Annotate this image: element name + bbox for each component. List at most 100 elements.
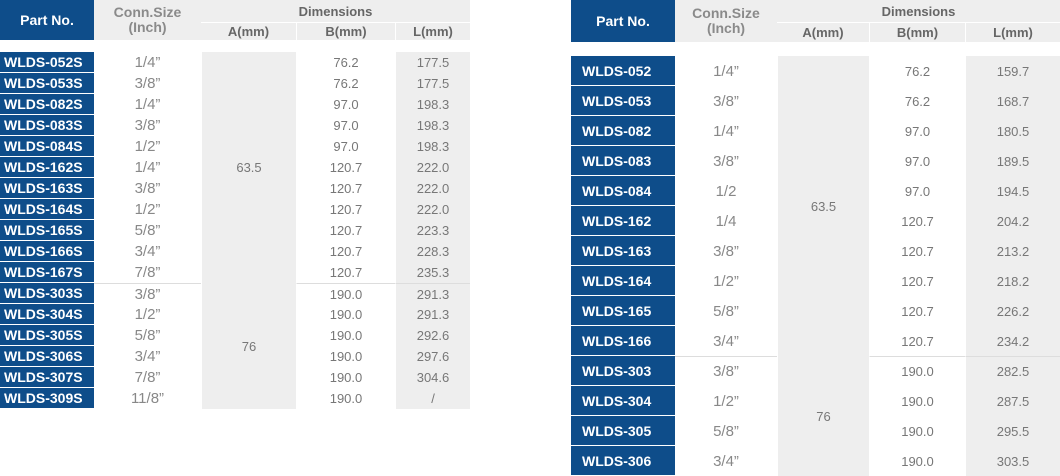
dimension-b-cell: 97.0 [869,116,965,146]
part-number-cell: WLDS-082S [0,94,94,115]
dimension-b-cell: 190.0 [869,446,965,476]
dimension-l-cell: 222.0 [395,157,470,178]
dimension-b-cell: 76.2 [296,52,395,73]
dimension-l-cell: 222.0 [395,199,470,220]
dimension-l-cell: 180.5 [965,116,1060,146]
conn-size-cell: 1/4 [675,206,777,236]
dimension-a-cell: 63.5 [777,56,869,356]
dimension-l-cell: 291.3 [395,304,470,325]
conn-size-cell: 3/8” [675,356,777,386]
dimension-b-cell: 97.0 [296,94,395,115]
table-row: WLDS-303 3/8” 76 190.0 282.5 [571,356,1060,476]
part-number-cell: WLDS-305 [571,416,675,446]
conn-size-cell: 1/2” [94,304,201,325]
part-number-cell: WLDS-304S [0,304,94,325]
conn-size-cell: 3/8” [94,283,201,304]
part-number-cell: WLDS-053S [0,73,94,94]
dimension-b-cell: 120.7 [296,199,395,220]
dimension-l-cell: 177.5 [395,73,470,94]
dimension-b-cell: 120.7 [869,326,965,356]
dimension-l-cell: 159.7 [965,56,1060,86]
header-dimensions: Dimensions [201,0,470,23]
dimension-l-cell: 198.3 [395,136,470,157]
header-conn-size-label: Conn.Size [692,5,760,21]
dimension-b-cell: 190.0 [296,325,395,346]
conn-size-cell: 3/8” [94,115,201,136]
conn-size-cell: 3/4” [675,326,777,356]
part-number-cell: WLDS-084S [0,136,94,157]
dimension-b-cell: 120.7 [869,236,965,266]
part-number-cell: WLDS-305S [0,325,94,346]
dimension-b-cell: 97.0 [869,176,965,206]
dimension-b-cell: 76.2 [296,73,395,94]
header-part-no: Part No. [0,0,94,40]
table-header: Part No. Conn.Size (Inch) Dimensions A(m… [571,0,1060,56]
part-number-cell: WLDS-306 [571,446,675,476]
conn-size-cell: 3/8” [675,146,777,176]
part-number-cell: WLDS-304 [571,386,675,416]
dimension-b-cell: 190.0 [869,386,965,416]
header-conn-size-unit: (Inch) [706,20,746,36]
conn-size-cell: 11/8” [94,388,201,409]
dimension-l-cell: 194.5 [965,176,1060,206]
dimension-b-cell: 190.0 [296,367,395,388]
conn-size-cell: 1/2” [94,136,201,157]
part-number-cell: WLDS-082 [571,116,675,146]
dimension-b-cell: 190.0 [869,356,965,386]
dimension-a-cell: 63.5 [201,52,296,283]
conn-size-cell: 1/2” [675,266,777,296]
part-number-cell: WLDS-309S [0,388,94,409]
part-number-cell: WLDS-163S [0,178,94,199]
header-conn-size: Conn.Size (Inch) [94,0,201,40]
conn-size-cell: 3/4” [94,241,201,262]
part-number-cell: WLDS-166 [571,326,675,356]
dimension-l-cell: 213.2 [965,236,1060,266]
table-body: WLDS-052S 1/4” 63.5 76.2 177.5 WLDS-053S 3/8” 7… [0,52,470,409]
header-l-mm: L(mm) [965,23,1060,42]
dimension-l-cell: 226.2 [965,296,1060,326]
part-number-cell: WLDS-052 [571,56,675,86]
dimension-b-cell: 120.7 [869,206,965,236]
part-number-cell: WLDS-166S [0,241,94,262]
header-conn-size: Conn.Size (Inch) [675,0,777,42]
conn-size-cell: 5/8” [94,325,201,346]
header-l-mm: L(mm) [395,23,470,40]
dimension-l-cell: 297.6 [395,346,470,367]
conn-size-cell: 1/2” [94,199,201,220]
part-number-cell: WLDS-052S [0,52,94,73]
dimension-b-cell: 120.7 [296,220,395,241]
part-number-cell: WLDS-307S [0,367,94,388]
dimension-l-cell: 228.3 [395,241,470,262]
dimension-b-cell: 97.0 [296,115,395,136]
dimension-l-cell: 198.3 [395,115,470,136]
conn-size-cell: 3/4” [675,446,777,476]
header-spacer [571,42,1060,56]
conn-size-cell: 1/4” [675,56,777,86]
conn-size-cell: 1/4” [675,116,777,146]
dimension-a-cell: 76 [201,283,296,409]
part-number-cell: WLDS-162S [0,157,94,178]
table-row: WLDS-303S 3/8” 76 190.0 291.3 [0,283,470,409]
dimension-l-cell: 204.2 [965,206,1060,236]
dimension-l-cell: 291.3 [395,283,470,304]
conn-size-cell: 5/8” [675,296,777,326]
table-row: WLDS-052 1/4” 63.5 76.2 159.7 [571,56,1060,356]
dimension-b-cell: 120.7 [296,178,395,199]
dimension-b-cell: 190.0 [296,283,395,304]
header-spacer [0,40,470,52]
part-number-cell: WLDS-165 [571,296,675,326]
conn-size-cell: 5/8” [675,416,777,446]
conn-size-cell: 1/4” [94,157,201,178]
dimension-b-cell: 190.0 [296,388,395,409]
header-b-mm: B(mm) [869,23,965,42]
table-body: WLDS-052 1/4” 63.5 76.2 159.7 WLDS-053 3/8” 76.… [571,56,1060,476]
part-number-cell: WLDS-083S [0,115,94,136]
dimension-b-cell: 120.7 [296,157,395,178]
header-dimensions: Dimensions [777,0,1060,23]
dimension-l-cell: 295.5 [965,416,1060,446]
part-number-cell: WLDS-164S [0,199,94,220]
part-number-cell: WLDS-083 [571,146,675,176]
table-header: Part No. Conn.Size (Inch) Dimensions A(m… [0,0,470,52]
header-a-mm: A(mm) [201,23,296,40]
dimension-l-cell: 282.5 [965,356,1060,386]
